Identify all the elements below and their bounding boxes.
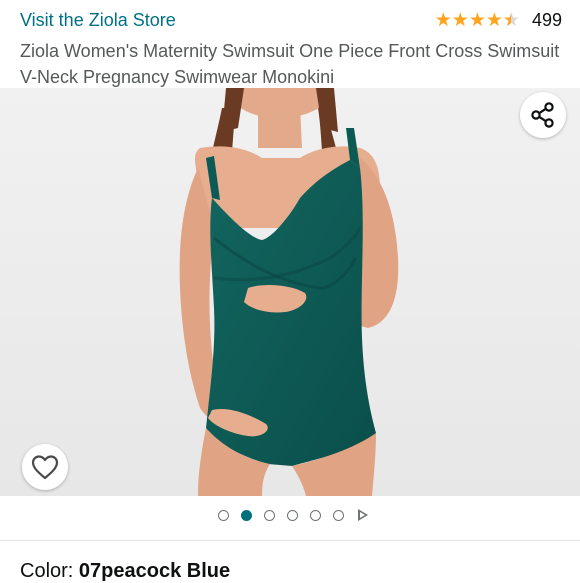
rating-summary[interactable]: ★ ★ ★ ★ ★ 499 — [435, 10, 562, 31]
carousel-dot[interactable] — [264, 509, 275, 521]
store-header: Visit the Ziola Store ★ ★ ★ ★ ★ 499 — [0, 0, 580, 40]
star-icon: ★ — [451, 10, 469, 31]
heart-icon — [31, 455, 59, 480]
play-icon[interactable] — [358, 509, 368, 521]
product-photo — [0, 88, 580, 496]
star-icon: ★ — [485, 10, 503, 31]
half-star-icon: ★ — [503, 11, 520, 30]
star-rating: ★ ★ ★ ★ ★ — [435, 11, 520, 30]
carousel-dot[interactable] — [218, 509, 229, 521]
review-count[interactable]: 499 — [532, 10, 562, 31]
section-divider — [0, 540, 580, 541]
star-icon: ★ — [434, 10, 452, 31]
color-label: Color: — [20, 560, 79, 582]
store-link[interactable]: Visit the Ziola Store — [20, 10, 176, 31]
product-title: Ziola Women's Maternity Swimsuit One Pie… — [20, 41, 560, 87]
share-icon — [531, 102, 554, 128]
carousel-dot[interactable] — [310, 509, 321, 521]
product-image[interactable] — [0, 88, 580, 496]
image-carousel-indicator — [0, 505, 580, 525]
star-icon: ★ — [468, 10, 486, 31]
carousel-dot[interactable] — [333, 509, 344, 521]
carousel-dot[interactable] — [287, 509, 298, 521]
favorite-button[interactable] — [22, 444, 68, 490]
color-value: 07peacock Blue — [78, 560, 231, 582]
carousel-dot-active[interactable] — [241, 509, 252, 521]
share-button[interactable] — [520, 92, 566, 138]
